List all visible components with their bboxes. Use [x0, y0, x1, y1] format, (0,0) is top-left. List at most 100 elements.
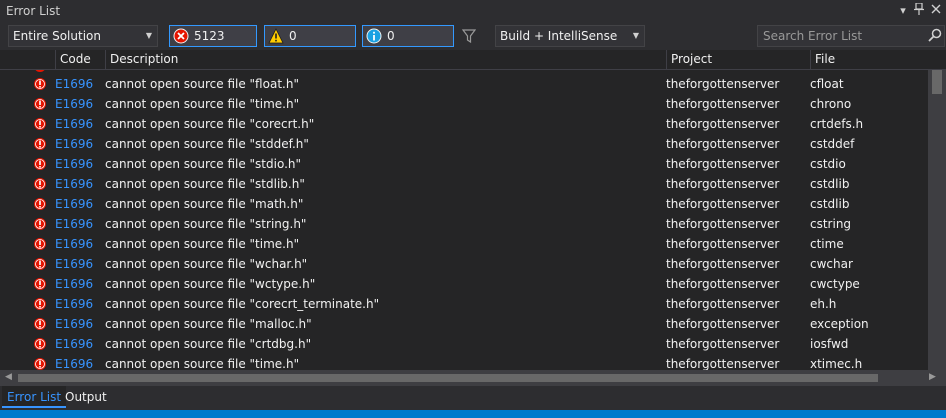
table-row[interactable]: E1696 cannot open source file "time.h" the…: [0, 354, 946, 370]
error-icon: [35, 70, 45, 72]
error-icon: [34, 118, 46, 130]
error-code-link[interactable]: E1696: [55, 234, 93, 254]
error-description: cannot open source file "stdio.h": [105, 157, 302, 171]
filter-icon[interactable]: [462, 29, 476, 43]
table-row[interactable]: E1696 cannot open source file "wctype.h" t…: [0, 274, 946, 294]
error-description: cannot open source file "stddef.h": [105, 137, 309, 151]
error-code-link[interactable]: E1696: [55, 334, 93, 354]
error-circle-icon: [173, 28, 189, 44]
error-description: cannot open source file "stdlib.h": [105, 177, 305, 191]
scroll-left-arrow-icon[interactable]: ◀: [5, 372, 12, 382]
error-code-link[interactable]: E1696: [55, 134, 93, 154]
table-row[interactable]: E1696 cannot open source file "stdlib.h" t…: [0, 174, 946, 194]
column-header-file[interactable]: File: [810, 50, 928, 70]
table-row[interactable]: E1696 cannot open source file "stdio.h" th…: [0, 154, 946, 174]
error-icon: [34, 338, 46, 350]
error-code-link[interactable]: E1696: [55, 314, 93, 334]
chevron-down-icon: ▼: [145, 31, 152, 40]
column-header-description[interactable]: Description: [105, 50, 666, 70]
error-description: cannot open source file "time.h": [105, 357, 300, 370]
messages-filter-button[interactable]: 0 Messages: [362, 25, 454, 63]
status-bar: [0, 410, 946, 418]
tab-output[interactable]: Output: [60, 386, 112, 408]
error-file: chrono: [810, 97, 852, 111]
error-file: crtdefs.h: [810, 117, 864, 131]
error-code-link[interactable]: E1696: [55, 254, 93, 274]
error-project: theforgottenserver: [666, 237, 780, 251]
error-project: theforgottenserver: [666, 177, 780, 191]
error-description: cannot open source file "wctype.h": [105, 277, 316, 291]
error-code-link[interactable]: E1696: [55, 174, 93, 194]
warnings-filter-button[interactable]: 0 Warnings: [264, 25, 356, 63]
scope-dropdown[interactable]: Entire Solution ▼: [8, 25, 158, 47]
error-code-link[interactable]: E1696: [55, 194, 93, 214]
table-row[interactable]: E1696 cannot open source file "corecrt.h"…: [0, 114, 946, 134]
error-code-link[interactable]: E1696: [55, 274, 93, 294]
tab-error-list[interactable]: Error List: [2, 386, 67, 408]
table-row[interactable]: E1696 cannot open source file "time.h" the…: [0, 234, 946, 254]
error-icon: [34, 298, 46, 310]
vertical-scrollbar-thumb[interactable]: [932, 70, 942, 94]
source-value: Build + IntelliSense: [500, 29, 618, 43]
chevron-down-icon[interactable]: ▾: [896, 3, 910, 19]
error-file: iosfwd: [810, 337, 849, 351]
error-file: cstdlib: [810, 177, 850, 191]
error-project: theforgottenserver: [666, 77, 780, 91]
error-project: theforgottenserver: [666, 137, 780, 151]
error-code-link[interactable]: E1696: [55, 114, 93, 134]
error-file: xtimec.h: [810, 357, 863, 370]
table-row[interactable]: E1696 cannot open source file "wchar.h" th…: [0, 254, 946, 274]
error-project: theforgottenserver: [666, 157, 780, 171]
column-header-code[interactable]: Code: [55, 50, 105, 70]
table-row[interactable]: E1696 cannot open source file "crtdbg.h" t…: [0, 334, 946, 354]
error-icon: [34, 98, 46, 110]
error-description: cannot open source file "float.h": [105, 77, 299, 91]
search-input[interactable]: Search Error List: [757, 25, 945, 47]
close-icon[interactable]: [929, 3, 943, 19]
error-icon: [34, 278, 46, 290]
bottom-tabs: Error List Output: [0, 386, 946, 410]
scroll-right-arrow-icon[interactable]: ▶: [929, 372, 936, 382]
table-row[interactable]: E1696 cannot open source file "string.h" t…: [0, 214, 946, 234]
error-code-link[interactable]: E1696: [55, 154, 93, 174]
table-header: Code Description Project File: [0, 50, 946, 70]
error-code-link[interactable]: E1696: [55, 74, 93, 94]
error-code-link[interactable]: E1696: [55, 294, 93, 314]
table-row[interactable]: E1696 cannot open source file "math.h" the…: [0, 194, 946, 214]
column-header-project[interactable]: Project: [666, 50, 810, 70]
table-row[interactable]: E1696 cannot open source file "corecrt_te…: [0, 294, 946, 314]
search-icon[interactable]: [928, 28, 942, 42]
error-description: cannot open source file "wchar.h": [105, 257, 308, 271]
table-row[interactable]: E1696 cannot open source file "malloc.h" t…: [0, 314, 946, 334]
error-icon: [34, 138, 46, 150]
table-row[interactable]: E1696 cannot open source file "stddef.h" t…: [0, 134, 946, 154]
error-project: theforgottenserver: [666, 257, 780, 271]
error-list-toolbar: Entire Solution ▼ 5123 Errors 0 Warnings…: [0, 22, 946, 63]
vertical-scrollbar[interactable]: [928, 70, 946, 370]
error-icon: [34, 198, 46, 210]
error-description: cannot open source file "corecrt_termina…: [105, 297, 380, 311]
table-row[interactable]: E1696 cannot open source file "time.h" the…: [0, 94, 946, 114]
error-file: cwchar: [810, 257, 853, 271]
horizontal-scrollbar-thumb[interactable]: [18, 374, 878, 382]
window-title: Error List: [6, 4, 61, 18]
error-code-link[interactable]: E1696: [55, 214, 93, 234]
error-project: theforgottenserver: [666, 117, 780, 131]
pin-icon[interactable]: [912, 2, 926, 19]
error-icon: [34, 258, 46, 270]
error-file: cwctype: [810, 277, 860, 291]
errors-filter-button[interactable]: 5123 Errors: [169, 25, 257, 63]
error-file: eh.h: [810, 297, 837, 311]
error-icon: [34, 218, 46, 230]
error-description: cannot open source file "string.h": [105, 217, 307, 231]
error-project: theforgottenserver: [666, 297, 780, 311]
error-icon: [34, 358, 46, 370]
table-row[interactable]: E1696 cannot open source file "float.h" th…: [0, 74, 946, 94]
error-icon: [34, 158, 46, 170]
error-code-link[interactable]: E1696: [55, 94, 93, 114]
error-description: cannot open source file "corecrt.h": [105, 117, 315, 131]
horizontal-scrollbar[interactable]: ◀ ▶: [0, 370, 946, 386]
warning-triangle-icon: [268, 28, 284, 44]
source-dropdown[interactable]: Build + IntelliSense ▼: [495, 25, 645, 47]
error-code-link[interactable]: E1696: [55, 354, 93, 370]
